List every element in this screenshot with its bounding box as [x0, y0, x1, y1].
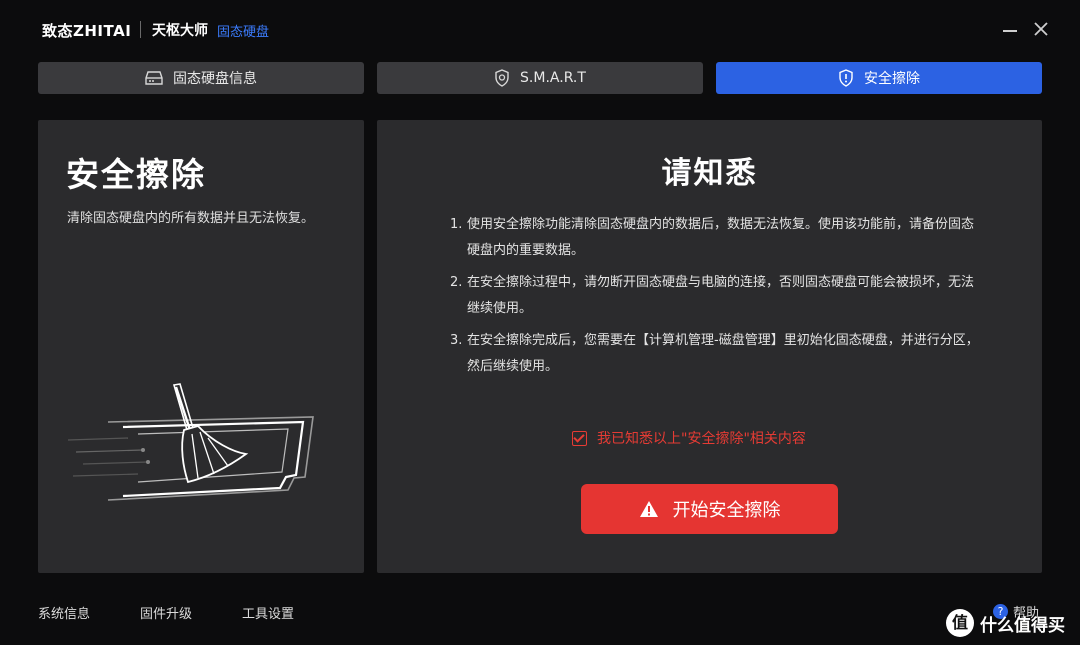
tab-smart[interactable]: S.M.A.R.T: [377, 62, 703, 94]
tab-drive-info[interactable]: 固态硬盘信息: [38, 62, 364, 94]
brand-divider: [140, 21, 141, 38]
shield-alert-icon: [839, 69, 853, 87]
minimize-icon: [1003, 30, 1017, 32]
warning-icon: [639, 501, 658, 517]
notice-number: 3.: [450, 333, 463, 348]
title-bar: 致态ZHITAI 天枢大师 固态硬盘: [0, 0, 1080, 60]
notice-item: 2. 在安全擦除过程中，请勿断开固态硬盘与电脑的连接，否则固态硬盘可能会被损坏，…: [450, 270, 980, 322]
system-info-link[interactable]: 系统信息: [38, 603, 90, 622]
start-secure-erase-button[interactable]: 开始安全擦除: [581, 484, 838, 534]
tab-secure-erase[interactable]: 安全擦除: [716, 62, 1042, 94]
brand-logo: 致态ZHITAI: [42, 22, 132, 40]
notice-number: 2.: [450, 275, 463, 290]
watermark-logo: 值: [946, 609, 974, 637]
notice-number: 1.: [450, 217, 463, 232]
firmware-upgrade-link[interactable]: 固件升级: [140, 603, 192, 622]
start-button-label: 开始安全擦除: [672, 500, 781, 521]
broom-ssd-illustration: [68, 383, 314, 501]
tab-label: 安全擦除: [864, 71, 920, 87]
notice-item: 1. 使用安全擦除功能清除固态硬盘内的数据后，数据无法恢复。使用该功能前，请备份…: [450, 212, 980, 264]
notice-panel: 请知悉 1. 使用安全擦除功能清除固态硬盘内的数据后，数据无法恢复。使用该功能前…: [377, 120, 1042, 573]
notice-text: 使用安全擦除功能清除固态硬盘内的数据后，数据无法恢复。使用该功能前，请备份固态硬…: [467, 217, 975, 258]
product-name: 天枢大师: [152, 23, 208, 39]
notice-item: 3. 在安全擦除完成后，您需要在【计算机管理-磁盘管理】里初始化固态硬盘，并进行…: [450, 328, 980, 380]
notice-text: 在安全擦除过程中，请勿断开固态硬盘与电脑的连接，否则固态硬盘可能会被损坏，无法继…: [467, 275, 975, 316]
acknowledge-checkbox[interactable]: 我已知悉以上"安全擦除"相关内容: [572, 428, 806, 448]
minimize-button[interactable]: [999, 18, 1021, 40]
notice-text: 在安全擦除完成后，您需要在【计算机管理-磁盘管理】里初始化固态硬盘，并进行分区，…: [467, 333, 979, 374]
notice-list: 1. 使用安全擦除功能清除固态硬盘内的数据后，数据无法恢复。使用该功能前，请备份…: [450, 212, 980, 386]
watermark-text: 什么值得买: [980, 615, 1065, 636]
feature-title: 安全擦除: [66, 155, 206, 194]
tab-label: S.M.A.R.T: [520, 70, 586, 86]
drive-icon: [145, 71, 163, 85]
shield-badge-icon: [495, 69, 509, 87]
feature-description: 清除固态硬盘内的所有数据并且无法恢复。: [67, 211, 315, 226]
tab-label: 固态硬盘信息: [173, 71, 257, 87]
close-icon: [1034, 22, 1048, 36]
feature-panel: 安全擦除 清除固态硬盘内的所有数据并且无法恢复。: [38, 120, 364, 573]
watermark: 值 什么值得买: [946, 606, 1080, 640]
close-button[interactable]: [1030, 18, 1052, 40]
acknowledge-label: 我已知悉以上"安全擦除"相关内容: [597, 431, 806, 447]
notice-title: 请知悉: [661, 156, 758, 191]
checkbox-checked-icon[interactable]: [572, 430, 587, 446]
product-subtitle: 固态硬盘: [217, 25, 270, 40]
tool-settings-link[interactable]: 工具设置: [242, 603, 294, 622]
